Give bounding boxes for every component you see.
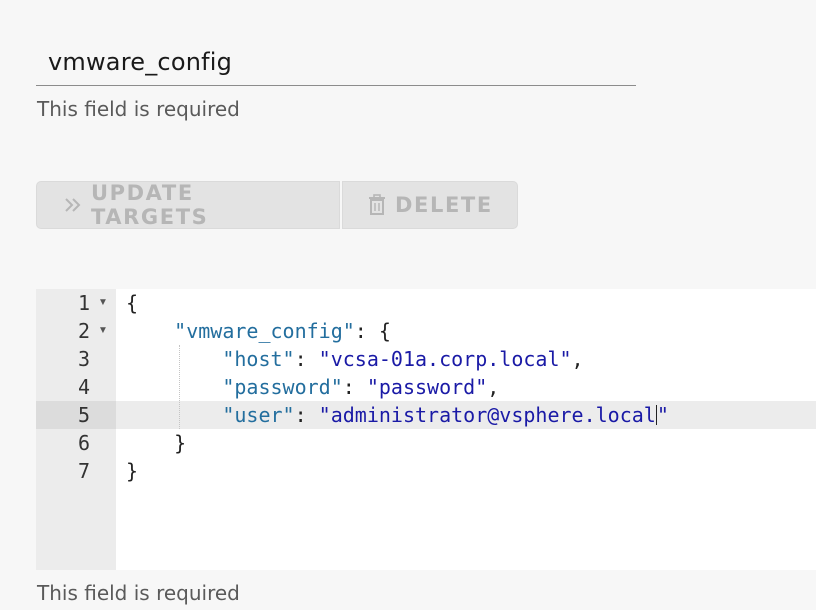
- code-token: }: [126, 459, 139, 483]
- json-string: "password": [366, 375, 488, 399]
- json-string: "vcsa-01a.corp.local": [318, 347, 572, 371]
- code-token: {: [126, 291, 139, 315]
- json-key: "user": [222, 403, 295, 427]
- code-line-2[interactable]: "vmware_config": {: [126, 317, 391, 345]
- line-number: 1: [77, 291, 90, 315]
- delete-label: DELETE: [395, 193, 493, 217]
- config-name-field[interactable]: vmware_config: [36, 38, 636, 86]
- code-line-7[interactable]: }: [126, 457, 138, 485]
- json-code-editor[interactable]: 1 ▼ 2 ▼ 3 4 5 6 7 { "vmware_config": { "…: [36, 289, 816, 570]
- code-token: :: [294, 347, 319, 371]
- code-token: :: [294, 403, 319, 427]
- line-number: 6: [77, 431, 90, 455]
- code-token: }: [174, 431, 187, 455]
- name-field-helper-text: This field is required: [37, 97, 240, 121]
- double-chevron-right-icon: [63, 195, 83, 215]
- code-line-5[interactable]: "user": "administrator@vsphere.local": [126, 401, 669, 429]
- json-key: "vmware_config": [174, 319, 355, 343]
- code-token: ,: [487, 375, 500, 399]
- line-number: 4: [77, 375, 90, 399]
- config-name-value[interactable]: vmware_config: [48, 48, 232, 76]
- json-string: ": [656, 403, 669, 427]
- code-line-6[interactable]: }: [126, 429, 186, 457]
- line-number: 2: [77, 319, 90, 343]
- json-key: "password": [222, 375, 343, 399]
- code-token: :: [342, 375, 367, 399]
- fold-toggle-icon[interactable]: ▼: [98, 317, 108, 345]
- code-token: : {: [354, 319, 391, 343]
- action-button-group: UPDATE TARGETS DELETE: [36, 181, 518, 229]
- code-line-1[interactable]: {: [126, 289, 138, 317]
- json-string: "administrator@vsphere.local: [318, 403, 656, 427]
- code-line-4[interactable]: "password": "password",: [126, 373, 499, 401]
- editor-helper-text: This field is required: [37, 581, 240, 605]
- delete-button[interactable]: DELETE: [342, 181, 518, 229]
- fold-toggle-icon[interactable]: ▼: [98, 289, 108, 317]
- line-number: 7: [77, 459, 90, 483]
- code-token: ,: [571, 347, 584, 371]
- update-targets-button[interactable]: UPDATE TARGETS: [36, 181, 340, 229]
- line-number: 5: [77, 403, 90, 427]
- json-key: "host": [222, 347, 295, 371]
- trash-icon: [367, 194, 387, 216]
- line-number: 3: [77, 347, 90, 371]
- code-line-3[interactable]: "host": "vcsa-01a.corp.local",: [126, 345, 584, 373]
- update-targets-label: UPDATE TARGETS: [91, 181, 209, 229]
